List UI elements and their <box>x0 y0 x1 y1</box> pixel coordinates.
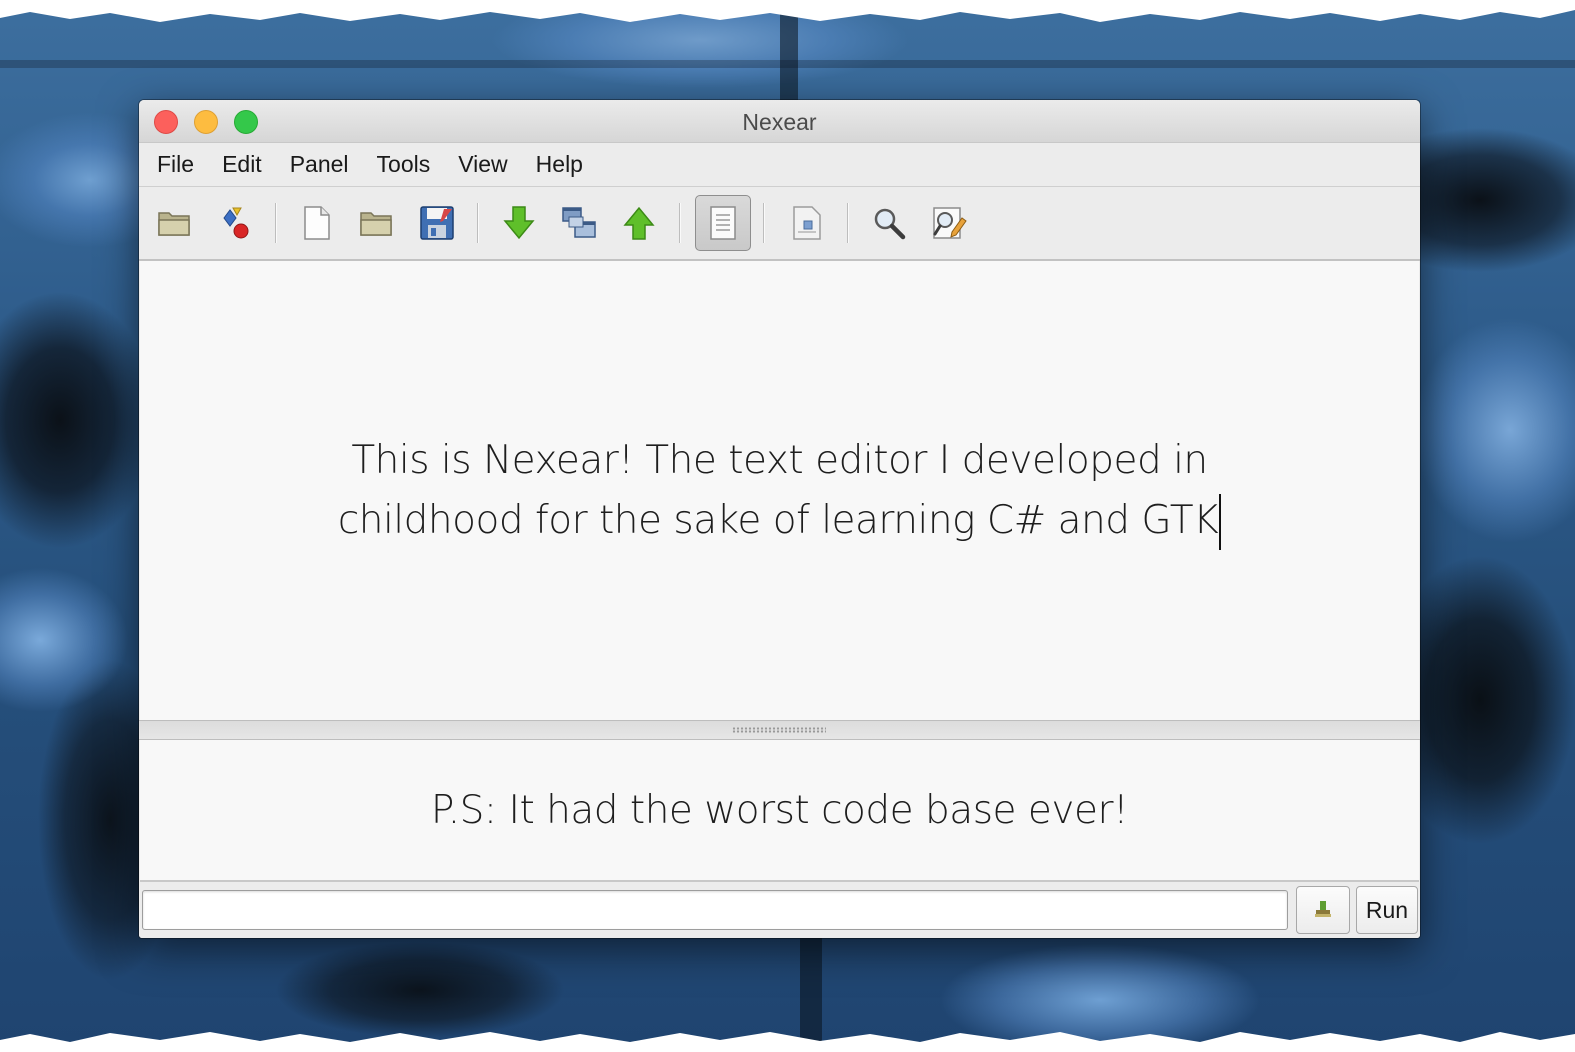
tool-button[interactable] <box>1296 886 1350 934</box>
edit-search-icon[interactable] <box>925 199 973 247</box>
torn-edge-bottom <box>0 1032 1575 1052</box>
editor-line-2: childhood for the sake of learning C# an… <box>300 491 1260 551</box>
text-editor[interactable]: This is Nexear! The text editor I develo… <box>140 261 1419 720</box>
window-title: Nexear <box>742 109 817 135</box>
download-arrow-icon[interactable] <box>495 199 543 247</box>
menu-file[interactable]: File <box>139 143 208 186</box>
title-bar[interactable]: Nexear <box>139 100 1420 143</box>
menu-tools[interactable]: Tools <box>363 143 445 186</box>
editor-line-2-text: childhood for the sake of learning C# an… <box>337 497 1219 543</box>
panel-splitter[interactable] <box>139 720 1420 740</box>
page-icon[interactable] <box>783 199 831 247</box>
document-view-icon[interactable] <box>695 195 751 251</box>
torn-edge-top <box>0 0 1575 22</box>
upload-arrow-icon[interactable] <box>615 199 663 247</box>
editor-content[interactable]: This is Nexear! The text editor I develo… <box>300 431 1260 551</box>
save-icon[interactable] <box>413 199 461 247</box>
windows-icon[interactable] <box>555 199 603 247</box>
editor-line-1: This is Nexear! The text editor I develo… <box>351 437 1208 483</box>
search-icon[interactable] <box>865 199 913 247</box>
menu-view[interactable]: View <box>444 143 521 186</box>
run-button[interactable]: Run <box>1356 886 1418 934</box>
menu-edit[interactable]: Edit <box>208 143 276 186</box>
command-bar: Run <box>139 882 1420 938</box>
menu-help[interactable]: Help <box>522 143 597 186</box>
app-window: Nexear File Edit Panel Tools View Help T… <box>139 100 1420 938</box>
shapes-icon[interactable] <box>211 199 259 247</box>
toolbar <box>139 187 1420 261</box>
new-document-icon[interactable] <box>293 199 341 247</box>
splitter-grip-icon <box>732 727 826 733</box>
panel-text: P.S: It had the worst code base ever! <box>430 787 1129 833</box>
command-input[interactable] <box>142 890 1288 930</box>
text-caret <box>1219 494 1222 550</box>
menu-bar: File Edit Panel Tools View Help <box>139 143 1420 187</box>
stamp-icon <box>1315 901 1331 917</box>
folder-open-icon[interactable] <box>151 199 199 247</box>
bottom-panel[interactable]: P.S: It had the worst code base ever! <box>140 740 1419 882</box>
menu-panel[interactable]: Panel <box>276 143 363 186</box>
open-folder-icon[interactable] <box>353 199 401 247</box>
